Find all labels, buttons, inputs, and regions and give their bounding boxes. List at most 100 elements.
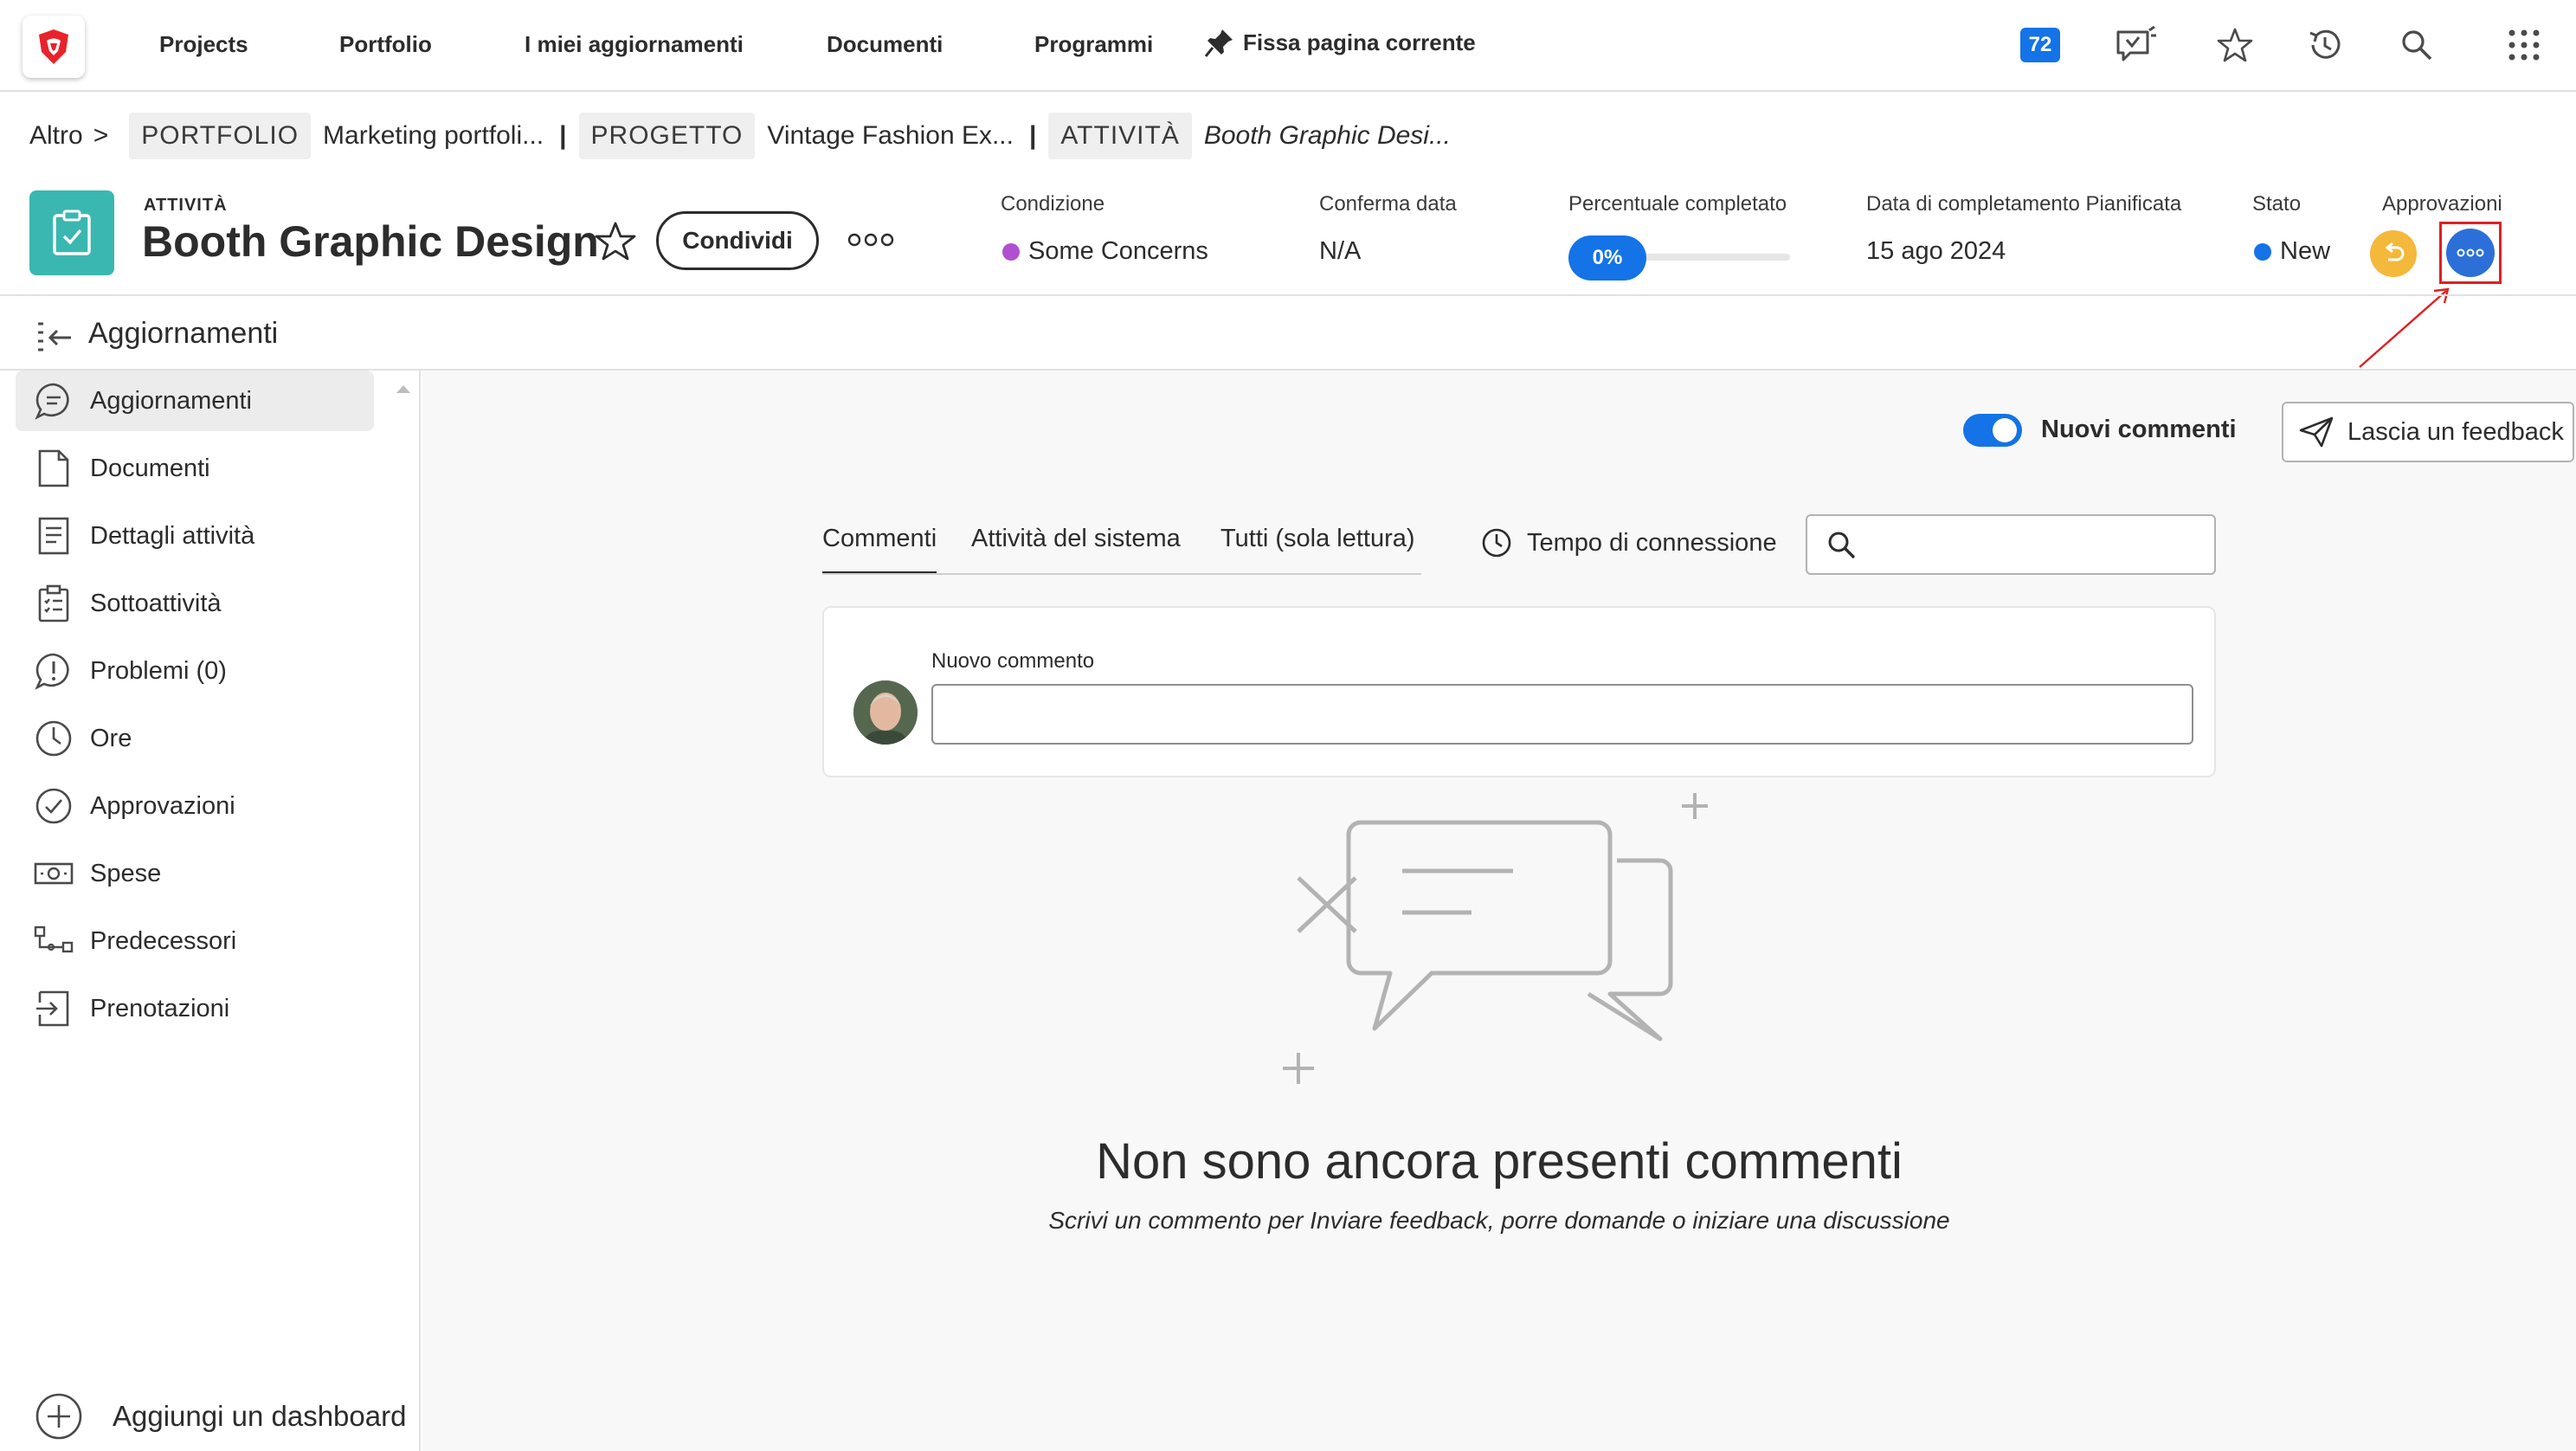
commit-date-label: Conferma data [1319, 192, 1457, 216]
more-actions-button[interactable] [847, 227, 895, 253]
updates-panel: Nuovi commenti Lascia un feedback Commen… [422, 371, 2576, 1451]
more-horizontal-icon [847, 233, 894, 247]
breadcrumb-task-tag: ATTIVITÀ [1048, 113, 1192, 159]
share-button[interactable]: Condividi [656, 211, 819, 270]
pin-icon [1204, 29, 1233, 57]
sidebar-item-approvals[interactable]: Approvazioni [16, 776, 374, 836]
connection-time-label: Tempo di connessione [1527, 528, 1777, 557]
nav-projects[interactable]: Projects [159, 31, 248, 58]
section-title: Aggiornamenti [88, 317, 279, 350]
clock-icon [1482, 528, 1511, 558]
breadcrumb-project-link[interactable]: Vintage Fashion Ex... [755, 121, 1026, 151]
money-icon [33, 853, 74, 894]
sidebar-item-documents[interactable]: Documenti [16, 438, 374, 499]
chat-bubble-icon [33, 380, 74, 422]
predecessor-icon [33, 920, 74, 962]
tab-all-readonly[interactable]: Tutti (sola lettura) [1220, 525, 1415, 575]
breadcrumb-more[interactable]: Altro [29, 121, 83, 151]
percent-complete-label: Percentuale completato [1568, 192, 1787, 216]
pin-label: Fissa pagina corrente [1243, 29, 1476, 55]
checkmark-circle-icon [33, 785, 74, 827]
search-button[interactable] [2394, 23, 2439, 68]
status-value[interactable]: New [2254, 237, 2330, 266]
collapse-panel-button[interactable] [35, 320, 74, 355]
connection-time-button[interactable]: Tempo di connessione [1480, 526, 1777, 559]
breadcrumb-separator: | [1028, 121, 1037, 150]
breadcrumb-chevron: > [93, 121, 109, 150]
empty-state-title: Non sono ancora presenti commenti [1096, 1133, 1903, 1190]
details-icon [33, 515, 74, 557]
sidebar-item-task-details[interactable]: Dettagli attività [16, 506, 374, 566]
leave-feedback-button[interactable]: Lascia un feedback [2282, 402, 2574, 462]
recents-button[interactable] [2302, 23, 2347, 68]
add-dashboard-button[interactable]: Aggiungi un dashboard [35, 1390, 406, 1442]
condition-label: Condizione [1001, 192, 1105, 216]
status-label: Stato [2252, 192, 2302, 216]
condition-value[interactable]: Some Concerns [1002, 237, 1208, 266]
sidebar-item-expenses[interactable]: Spese [16, 843, 374, 904]
sidebar-item-updates[interactable]: Aggiornamenti [16, 371, 374, 431]
sidebar-item-label: Documenti [90, 454, 210, 482]
breadcrumb-current-task: Booth Graphic Desi... [1203, 121, 1451, 150]
star-icon [2217, 28, 2253, 62]
comments-search-field[interactable] [1806, 514, 2216, 575]
toggle-knob [1993, 418, 2017, 442]
sidebar-item-subtasks[interactable]: Sottoattività [16, 573, 374, 634]
app-switcher-button[interactable] [2502, 23, 2547, 68]
tab-comments[interactable]: Commenti [822, 525, 937, 575]
nav-my-updates[interactable]: I miei aggiornamenti [525, 31, 744, 58]
condition-text: Some Concerns [1028, 237, 1208, 265]
clock-icon [33, 718, 74, 759]
more-horizontal-icon [2457, 248, 2484, 257]
issue-icon [33, 650, 74, 692]
nav-programs[interactable]: Programmi [1034, 31, 1153, 58]
search-icon [1828, 532, 1856, 559]
clipboard-check-icon [53, 210, 91, 255]
percent-complete-value[interactable]: 0% [1568, 235, 1646, 281]
breadcrumb-portfolio-tag: PORTFOLIO [129, 113, 312, 159]
object-type-label: ATTIVITÀ [144, 196, 228, 215]
notifications-badge[interactable]: 72 [2020, 28, 2060, 62]
annotation-arrow-icon [2359, 287, 2450, 368]
new-comment-input[interactable] [931, 684, 2193, 745]
undo-arrow-icon [2385, 242, 2405, 261]
tab-system-activity[interactable]: Attività del sistema [971, 525, 1181, 575]
pin-current-page[interactable]: Fissa pagina corrente [1203, 26, 1476, 59]
approvals-label: Approvazioni [2382, 192, 2502, 216]
nav-documents[interactable]: Documenti [827, 31, 943, 58]
sidebar-item-hours[interactable]: Ore [16, 708, 374, 769]
grid-menu-icon [2508, 29, 2540, 61]
planned-completion-value[interactable]: 15 ago 2024 [1866, 237, 2006, 266]
breadcrumb-portfolio-link[interactable]: Marketing portfoli... [311, 121, 556, 151]
avatar [853, 680, 918, 745]
announcement-icon [2116, 25, 2156, 61]
star-outline-icon [595, 222, 636, 261]
approval-recall-button[interactable] [2370, 230, 2417, 277]
app-logo[interactable] [23, 16, 85, 78]
new-comment-label: Nuovo commento [931, 649, 1095, 673]
favorite-button[interactable] [594, 220, 639, 265]
task-object-icon [29, 190, 114, 275]
leave-feedback-label: Lascia un feedback [2347, 417, 2564, 446]
add-dashboard-label: Aggiungi un dashboard [113, 1400, 407, 1432]
sidebar-item-predecessors[interactable]: Predecessori [16, 911, 374, 971]
whats-new-button[interactable] [2114, 23, 2159, 68]
sidebar-item-bookings[interactable]: Prenotazioni [16, 978, 374, 1039]
status-dot-icon [2254, 242, 2271, 261]
sidebar-item-label: Prenotazioni [90, 994, 230, 1022]
scroll-up-icon[interactable] [395, 383, 412, 395]
nav-portfolio[interactable]: Portfolio [339, 31, 432, 58]
commit-date-value[interactable]: N/A [1319, 237, 1361, 266]
new-comments-label: Nuovi commenti [2041, 416, 2237, 443]
plus-circle-icon [35, 1393, 82, 1440]
approval-more-button[interactable] [2446, 229, 2495, 277]
sidebar-item-issues[interactable]: Problemi (0) [16, 641, 374, 701]
comments-search-input[interactable] [1868, 523, 2206, 566]
empty-comments-illustration-icon [1283, 793, 1708, 1084]
tabs-divider [822, 573, 1421, 575]
sidebar-item-label: Problemi (0) [90, 656, 227, 685]
sidebar-item-label: Sottoattività [90, 589, 222, 617]
search-icon [2402, 30, 2432, 61]
favorites-button[interactable] [2212, 23, 2257, 68]
new-comments-toggle[interactable] [1963, 414, 2022, 447]
